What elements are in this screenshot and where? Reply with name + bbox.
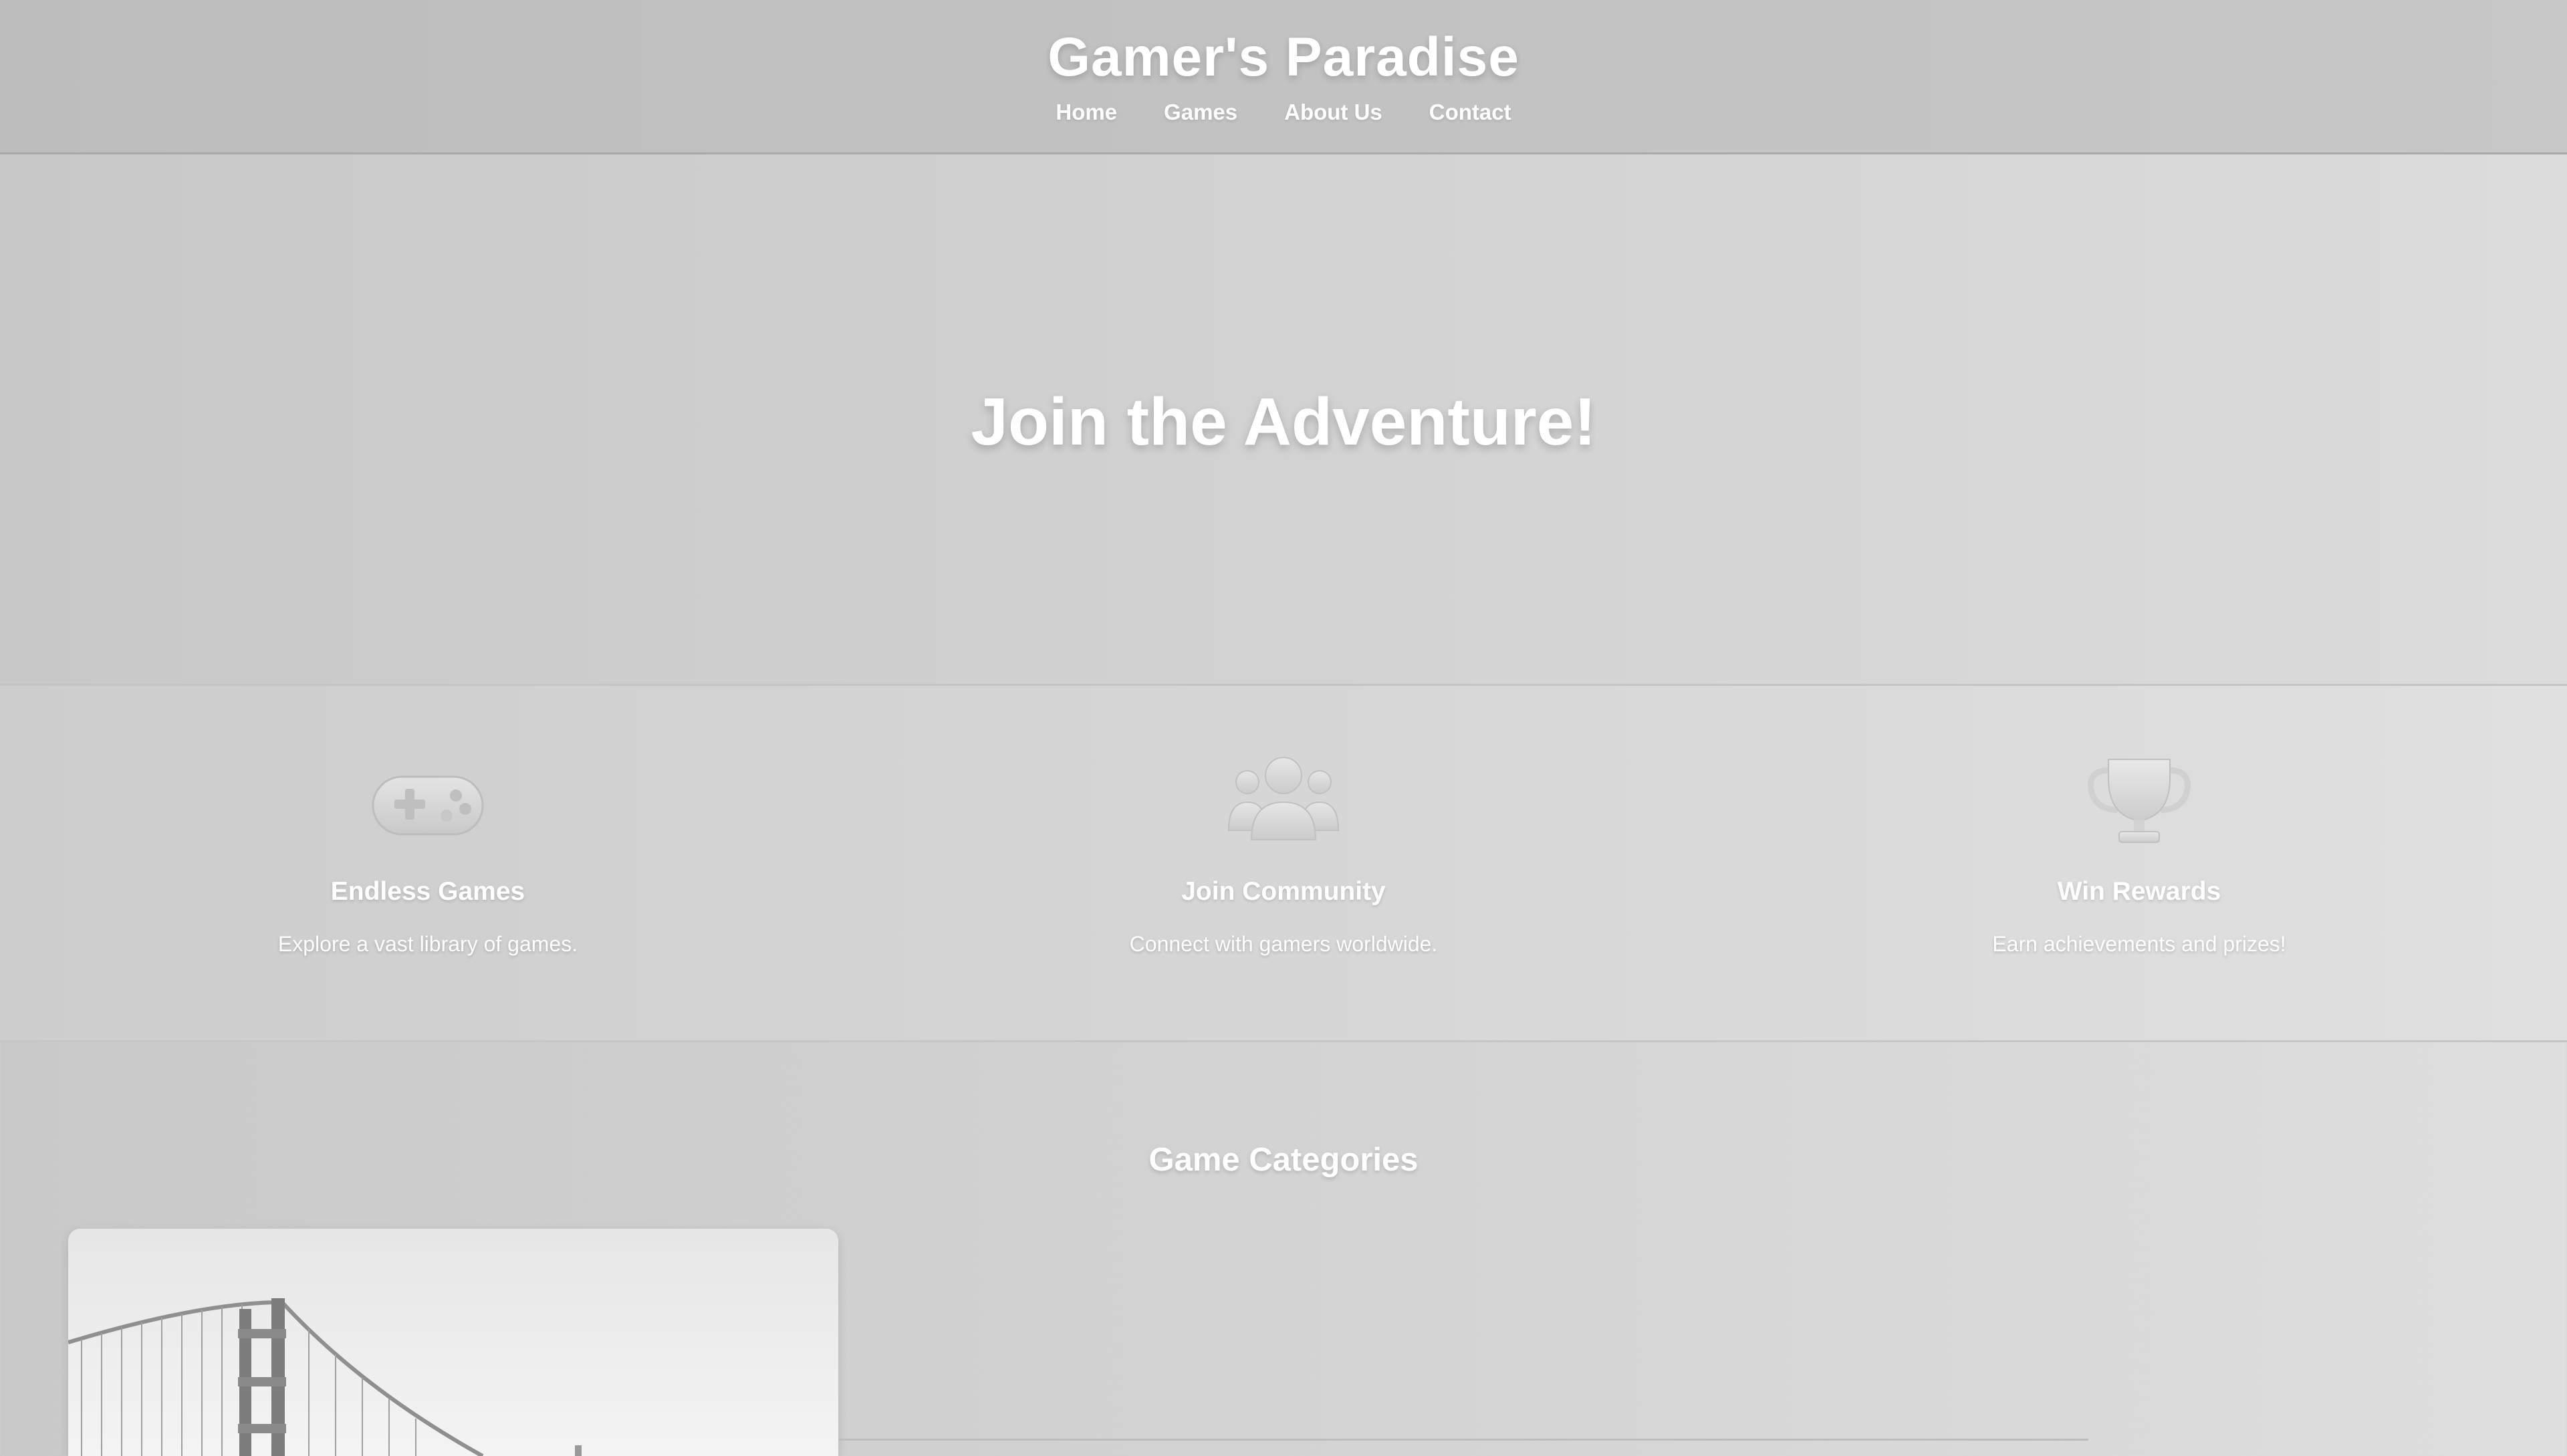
feature-join-community: Join Community Connect with gamers world… [856,686,1711,1040]
feature-title: Win Rewards [2057,877,2221,906]
site-header: Gamer's Paradise Home Games About Us Con… [0,0,2567,154]
nav-about-link[interactable]: About Us [1284,99,1382,126]
feature-endless-games: Endless Games Explore a vast library of … [0,686,856,1040]
categories-title: Game Categories [1148,1142,1419,1178]
hero-section: Join the Adventure! [0,154,2567,686]
feature-title: Join Community [1181,877,1386,906]
site-title: Gamer's Paradise [1048,27,1519,88]
feature-description: Explore a vast library of games. [277,932,578,956]
nav-home-link[interactable]: Home [1056,99,1117,126]
feature-description: Connect with gamers worldwide. [1129,932,1438,956]
features-section: Endless Games Explore a vast library of … [0,686,2567,1042]
feature-description: Earn achievements and prizes! [1992,932,2286,956]
community-icon [856,751,1711,852]
nav-contact-link[interactable]: Contact [1429,99,1511,126]
divider-line [838,1439,2088,1441]
trophy-icon [1711,751,2567,852]
main-nav: Home Games About Us Contact [0,99,2567,126]
feature-win-rewards: Win Rewards Earn achievements and prizes… [1711,686,2567,1040]
nav-games-link[interactable]: Games [1164,99,1237,126]
gamepad-icon [0,751,856,852]
feature-title: Endless Games [330,877,525,906]
category-card[interactable] [68,1229,838,1456]
bridge-photo [68,1229,838,1456]
hero-title: Join the Adventure! [971,384,1596,459]
